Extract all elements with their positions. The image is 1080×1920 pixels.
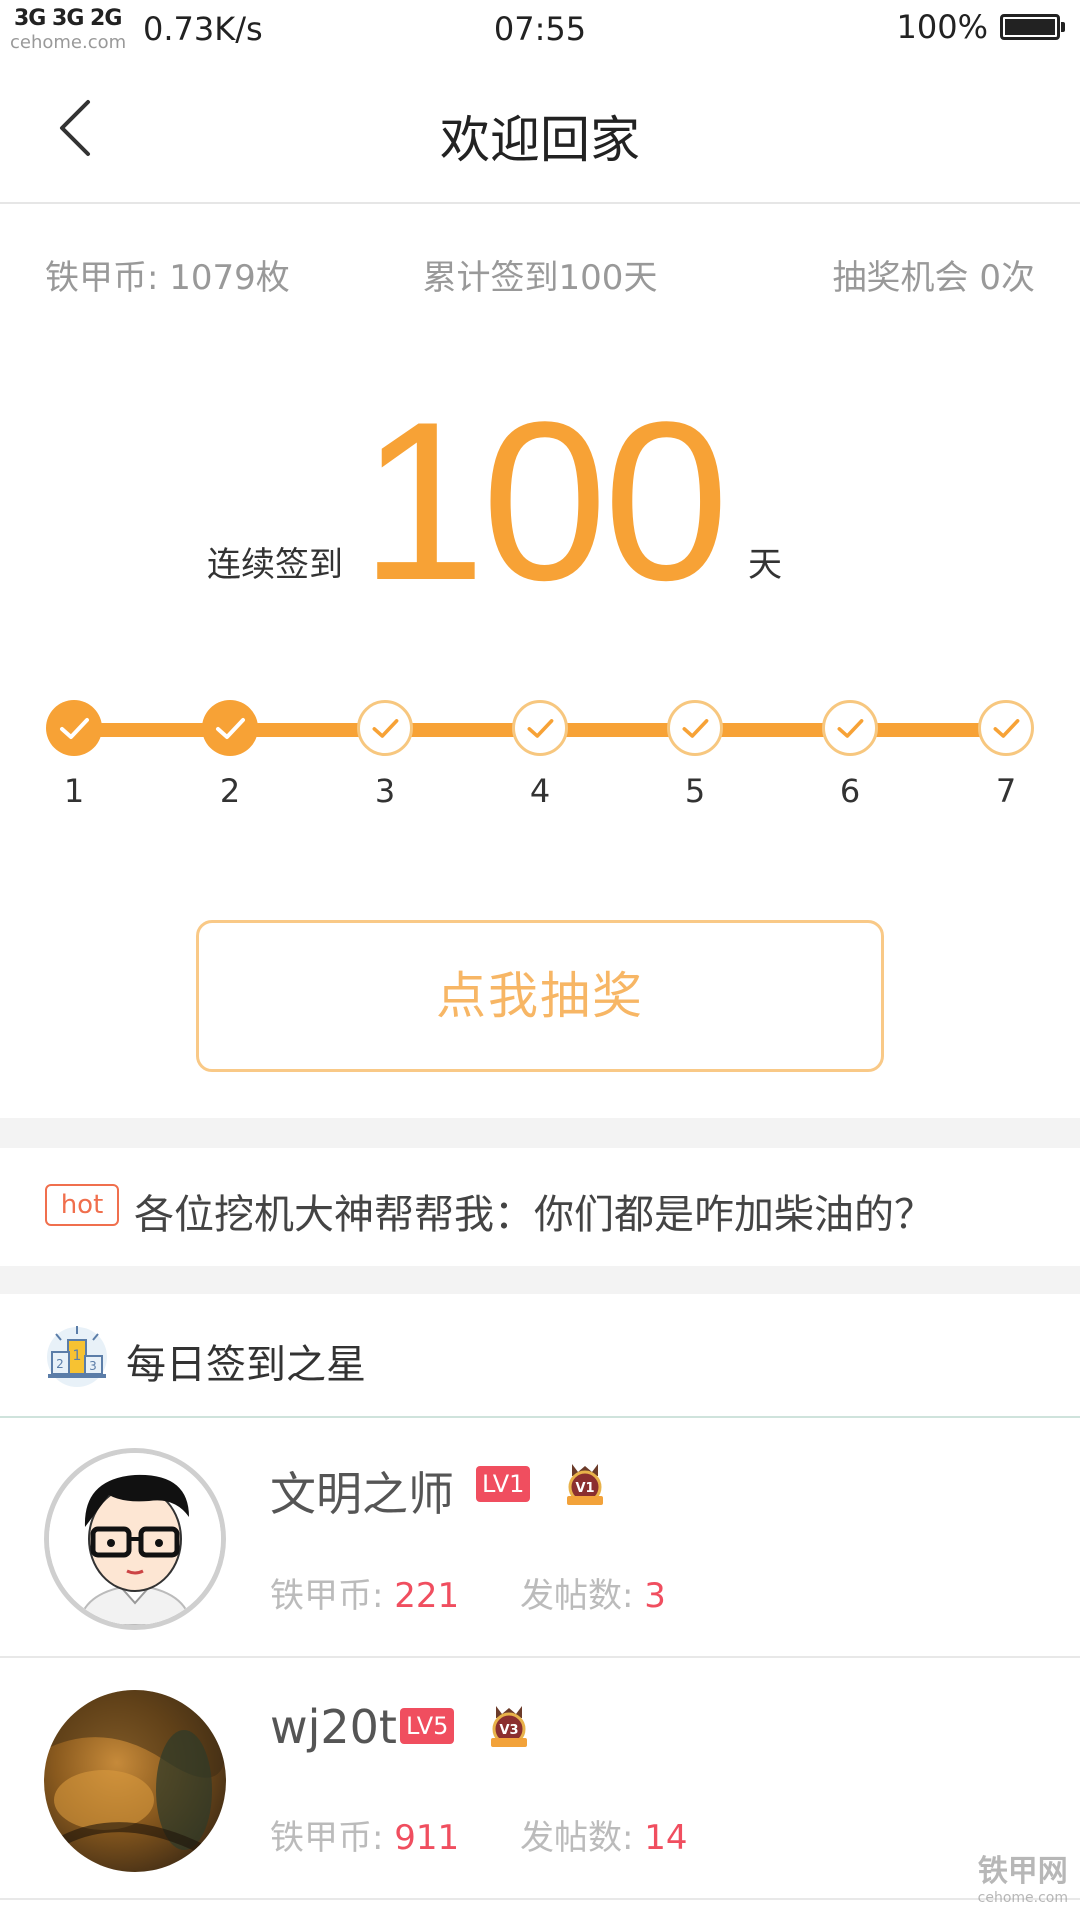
posts-label: 发帖数: <box>520 1818 645 1858</box>
streak-label: 连续签到 <box>207 545 343 585</box>
user-stats: 铁甲币: 911 发帖数: 14 <box>270 1810 688 1859</box>
cartoon-avatar-icon <box>49 1453 221 1625</box>
svg-text:3: 3 <box>89 1359 97 1373</box>
check-icon <box>46 700 102 756</box>
daily-stars-header: 1 2 3 每日签到之星 <box>0 1294 1080 1418</box>
user-name[interactable]: 文明之师 <box>270 1458 454 1524</box>
avatar[interactable] <box>44 1690 226 1872</box>
coins-label: 铁甲币: <box>270 1576 395 1616</box>
posts-value: 3 <box>644 1576 666 1616</box>
streak-count: 100 <box>360 374 729 627</box>
check-icon <box>512 700 568 756</box>
vip-medal-icon: V3 <box>491 1706 527 1747</box>
vip-medal-icon: V1 <box>567 1464 603 1505</box>
day-number: 1 <box>63 772 85 810</box>
day-number: 3 <box>374 772 396 810</box>
check-icon <box>667 700 723 756</box>
svg-text:V1: V1 <box>575 1481 594 1496</box>
day-number: 2 <box>219 772 241 810</box>
coins-value: 911 <box>394 1818 460 1858</box>
check-icon <box>357 700 413 756</box>
progress-day-3: 3 <box>355 700 415 810</box>
podium-icon: 1 2 3 <box>47 1326 107 1387</box>
daily-stars-title: 每日签到之星 <box>126 1342 366 1388</box>
page-title: 欢迎回家 <box>440 111 640 169</box>
hot-news-item[interactable]: hot 各位挖机大神帮帮我：你们都是咋加柴油的？ <box>0 1148 1080 1266</box>
hot-badge: hot <box>45 1184 119 1226</box>
check-icon <box>978 700 1034 756</box>
watermark-brand: 铁甲网 <box>977 1854 1068 1889</box>
day-number: 6 <box>839 772 861 810</box>
user-name[interactable]: wj20t <box>270 1700 397 1754</box>
status-bar: 3G 3G 2G cehome.com 0.73K/s 07:55 100% <box>0 0 1080 60</box>
day-number: 4 <box>529 772 551 810</box>
stats-row: 铁甲币: 1079枚 累计签到100天 抽奖机会 0次 <box>0 250 1080 300</box>
watermark-site: cehome.com <box>977 1890 1068 1906</box>
svg-text:1: 1 <box>73 1348 82 1364</box>
posts-label: 发帖数: <box>520 1576 645 1616</box>
progress-day-6: 6 <box>820 700 880 810</box>
section-divider <box>0 1266 1080 1294</box>
check-icon <box>822 700 878 756</box>
avatar[interactable] <box>44 1448 226 1630</box>
weekly-progress: 1 2 3 4 5 6 7 <box>0 690 1080 810</box>
draw-chances: 抽奖机会 0次 <box>832 258 1035 298</box>
level-badge: LV5 <box>400 1708 455 1744</box>
star-user-row[interactable]: 文明之师 LV1 V1 铁甲币: 221 发帖数: 3 <box>0 1418 1080 1658</box>
lottery-button-label: 点我抽奖 <box>436 967 644 1025</box>
level-badge: LV1 <box>476 1466 531 1502</box>
brand-watermark: 铁甲网 cehome.com <box>978 1846 1068 1906</box>
nav-header: 欢迎回家 <box>0 60 1080 204</box>
star-user-row[interactable]: wj20t LV5 V3 铁甲币: 911 发帖数: 14 <box>0 1660 1080 1900</box>
lottery-button[interactable]: 点我抽奖 <box>196 920 884 1072</box>
day-number: 7 <box>995 772 1017 810</box>
svg-text:2: 2 <box>56 1357 64 1371</box>
svg-text:V3: V3 <box>499 1723 518 1738</box>
photo-avatar-icon <box>44 1690 226 1855</box>
progress-day-4: 4 <box>510 700 570 810</box>
battery-icon <box>1000 14 1065 40</box>
progress-day-1: 1 <box>44 700 104 810</box>
section-divider <box>0 1118 1080 1148</box>
user-stats: 铁甲币: 221 发帖数: 3 <box>270 1568 666 1617</box>
progress-day-5: 5 <box>665 700 725 810</box>
streak-unit: 天 <box>748 545 782 585</box>
coins-label: 铁甲币: <box>270 1818 395 1858</box>
coins-value: 221 <box>394 1576 460 1616</box>
progress-day-2: 2 <box>200 700 260 810</box>
news-headline: 各位挖机大神帮帮我：你们都是咋加柴油的？ <box>134 1192 934 1238</box>
progress-day-7: 7 <box>976 700 1036 810</box>
day-number: 5 <box>684 772 706 810</box>
check-icon <box>202 700 258 756</box>
battery-percent: 100% <box>896 8 988 46</box>
posts-value: 14 <box>644 1818 688 1858</box>
